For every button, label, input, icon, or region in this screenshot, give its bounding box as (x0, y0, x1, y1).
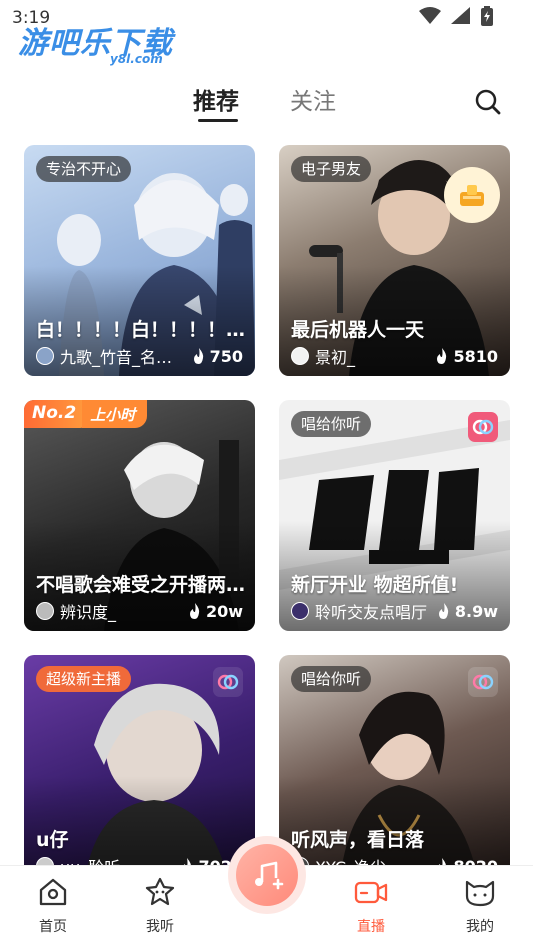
room-meta: 九歌_竹音_名字... 750 (36, 345, 243, 367)
watermark-sub: y8l.com (110, 52, 163, 66)
link-icon (472, 674, 494, 690)
nav-live-label: 直播 (357, 919, 385, 935)
nav-listen[interactable]: 我听 (120, 876, 200, 936)
heat-count: 5810 (453, 346, 498, 366)
nav-mine[interactable]: 我的 (440, 876, 520, 936)
nav-live[interactable]: 直播 (331, 876, 411, 936)
room-meta: 聆听交友点唱厅 8.9w (291, 600, 498, 622)
tab-recommend[interactable]: 推荐 (193, 82, 239, 116)
host-name: 景初_ (315, 348, 356, 367)
host-avatar (36, 347, 54, 365)
battery-icon (481, 6, 493, 26)
room-tag: 电子男友 (291, 156, 372, 182)
nav-home[interactable]: 首页 (13, 876, 93, 936)
host-name: 九歌_竹音_名字... (60, 348, 186, 367)
link-icon (472, 419, 494, 435)
host-avatar (291, 602, 309, 620)
room-tag: 唱给你听 (291, 411, 372, 437)
fire-icon (437, 348, 447, 364)
room-tag: 超级新主播 (36, 666, 132, 692)
fire-icon (189, 603, 200, 619)
search-button[interactable] (472, 86, 504, 118)
host-avatar (36, 602, 54, 620)
room-card[interactable]: 唱给你听 新厅开业 物超所值! 聆听交友点唱厅 8.9w (279, 400, 510, 631)
status-icons (419, 6, 493, 26)
room-card[interactable]: 电子男友 最后机器人一天 景初_ 5810 (279, 145, 510, 376)
link-badge (213, 667, 243, 697)
room-meta: 景初_ 5810 (291, 345, 498, 367)
rank-banner: No.2 上小时 (24, 400, 148, 428)
nav-listen-label: 我听 (146, 919, 174, 935)
room-title: 最后机器人一天 (291, 319, 425, 341)
room-tag: 唱给你听 (291, 666, 372, 692)
fire-icon (193, 348, 203, 364)
trophy-badge (444, 167, 500, 223)
link-badge (468, 667, 498, 697)
room-title: 听风声，看日落 (291, 829, 425, 851)
start-live-inner (236, 844, 298, 906)
room-card[interactable]: No.2 上小时 不唱歌会难受之开播两... 辨识度_ 20w (24, 400, 255, 631)
rank-label: 上小时 (82, 400, 148, 428)
room-title: 不唱歌会难受之开播两... (36, 574, 246, 596)
host-avatar (291, 347, 309, 365)
heat-count: 8.9w (454, 601, 498, 621)
watermark-logo: 游吧乐下载 y8l.com (18, 18, 188, 68)
room-card[interactable]: 唱给你听 听风声，看日落 XYC_净尘 8020 (279, 655, 510, 886)
link-icon (217, 674, 239, 690)
trophy-icon (460, 185, 484, 206)
fire-icon (438, 603, 449, 619)
cell-signal-icon (451, 7, 470, 24)
room-tag: 专治不开心 (36, 156, 132, 182)
heat-count: 750 (209, 346, 243, 366)
room-title: u仔 (36, 829, 69, 851)
rank-number: No.2 (24, 400, 87, 428)
wifi-icon (419, 7, 441, 24)
tab-follow[interactable]: 关注 (290, 82, 336, 116)
heat-count: 20w (205, 601, 243, 621)
music-note-plus-icon (255, 861, 284, 890)
tab-underline (198, 119, 238, 122)
star-face-icon (145, 877, 175, 906)
room-title: 新厅开业 物超所值! (291, 574, 459, 596)
top-tabs: 推荐 关注 (0, 82, 533, 126)
camera-icon (354, 881, 388, 904)
start-live-button[interactable] (228, 836, 306, 914)
room-card[interactable]: 专治不开心 白！！！！白！！！！... 九歌_竹音_名字... 750 (24, 145, 255, 376)
nav-mine-label: 我的 (466, 919, 494, 935)
room-meta: 辨识度_ 20w (36, 600, 243, 622)
link-badge (468, 412, 498, 442)
search-icon (475, 89, 501, 115)
host-name: 辨识度_ (60, 603, 117, 622)
home-icon (39, 878, 67, 906)
cat-face-icon (465, 880, 495, 907)
host-name: 聆听交友点唱厅 (315, 603, 428, 622)
room-card[interactable]: 超级新主播 u仔 uu_聆听 7020 (24, 655, 255, 886)
room-title: 白！！！！白！！！！... (36, 319, 246, 341)
nav-home-label: 首页 (39, 919, 67, 935)
